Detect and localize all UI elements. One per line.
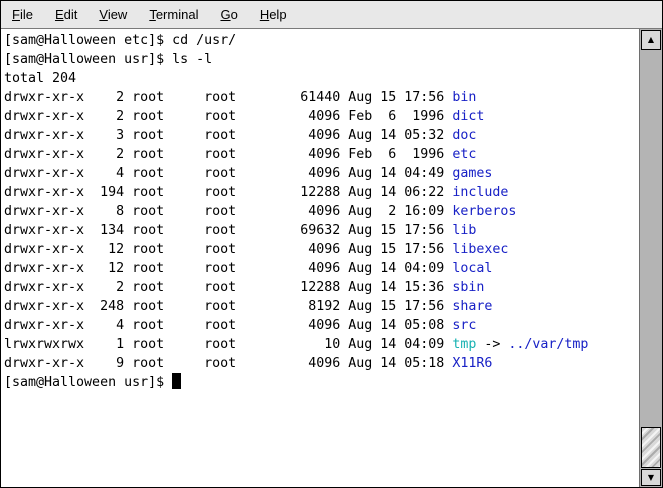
directory-name: ../var/tmp <box>508 337 588 352</box>
terminal-text: drwxr-xr-x 2 root root 4096 Feb 6 1996 <box>4 109 452 124</box>
terminal-text: drwxr-xr-x 12 root root 4096 Aug 15 17:5… <box>4 242 452 257</box>
terminal-text: drwxr-xr-x 134 root root 69632 Aug 15 17… <box>4 223 452 238</box>
directory-name: sbin <box>452 280 484 295</box>
directory-name: lib <box>452 223 476 238</box>
terminal-line: drwxr-xr-x 2 root root 4096 Feb 6 1996 d… <box>4 107 639 126</box>
terminal-line: drwxr-xr-x 4 root root 4096 Aug 14 05:08… <box>4 316 639 335</box>
terminal-text: drwxr-xr-x 2 root root 61440 Aug 15 17:5… <box>4 90 452 105</box>
terminal-line: drwxr-xr-x 194 root root 12288 Aug 14 06… <box>4 183 639 202</box>
scroll-up-button[interactable]: ▲ <box>641 30 661 50</box>
menu-bar: File Edit View Terminal Go Help <box>1 1 662 29</box>
terminal-screen[interactable]: [sam@Halloween etc]$ cd /usr/ [sam@Hallow… <box>1 29 639 487</box>
terminal-line: drwxr-xr-x 4 root root 4096 Aug 14 04:49… <box>4 164 639 183</box>
terminal-line: [sam@Halloween etc]$ cd /usr/ <box>4 31 639 50</box>
terminal-text: drwxr-xr-x 2 root root 12288 Aug 14 15:3… <box>4 280 452 295</box>
terminal-line: drwxr-xr-x 2 root root 61440 Aug 15 17:5… <box>4 88 639 107</box>
terminal-line: total 204 <box>4 69 639 88</box>
scrollbar-thumb[interactable] <box>641 427 661 468</box>
symlink-name: tmp <box>452 337 476 352</box>
directory-name: X11R6 <box>452 356 492 371</box>
terminal-line: lrwxrwxrwx 1 root root 10 Aug 14 04:09 t… <box>4 335 639 354</box>
directory-name: games <box>452 166 492 181</box>
terminal-text: drwxr-xr-x 3 root root 4096 Aug 14 05:32 <box>4 128 452 143</box>
vertical-scrollbar[interactable]: ▲ ▼ <box>639 29 662 487</box>
terminal-line: drwxr-xr-x 2 root root 4096 Feb 6 1996 e… <box>4 145 639 164</box>
directory-name: doc <box>452 128 476 143</box>
terminal-line: drwxr-xr-x 248 root root 8192 Aug 15 17:… <box>4 297 639 316</box>
directory-name: dict <box>452 109 484 124</box>
directory-name: bin <box>452 90 476 105</box>
terminal-line: drwxr-xr-x 9 root root 4096 Aug 14 05:18… <box>4 354 639 373</box>
terminal-text: [sam@Halloween etc]$ cd /usr/ <box>4 33 236 48</box>
terminal-text: drwxr-xr-x 194 root root 12288 Aug 14 06… <box>4 185 452 200</box>
scroll-down-button[interactable]: ▼ <box>641 469 661 486</box>
terminal-line: drwxr-xr-x 134 root root 69632 Aug 15 17… <box>4 221 639 240</box>
menu-item-help[interactable]: Help <box>252 3 295 26</box>
menu-item-file[interactable]: File <box>4 3 41 26</box>
directory-name: kerberos <box>452 204 516 219</box>
terminal-text: drwxr-xr-x 2 root root 4096 Feb 6 1996 <box>4 147 452 162</box>
terminal-text: total 204 <box>4 71 76 86</box>
scroll-down-icon: ▼ <box>648 474 654 482</box>
menu-item-go[interactable]: Go <box>212 3 245 26</box>
directory-name: include <box>452 185 508 200</box>
terminal-line: [sam@Halloween usr]$ ls -l <box>4 50 639 69</box>
menu-item-edit[interactable]: Edit <box>47 3 85 26</box>
terminal-text: drwxr-xr-x 248 root root 8192 Aug 15 17:… <box>4 299 452 314</box>
directory-name: share <box>452 299 492 314</box>
terminal-line: drwxr-xr-x 8 root root 4096 Aug 2 16:09 … <box>4 202 639 221</box>
terminal-text: [sam@Halloween usr]$ ls -l <box>4 52 212 67</box>
terminal-line: drwxr-xr-x 12 root root 4096 Aug 14 04:0… <box>4 259 639 278</box>
terminal-text: drwxr-xr-x 8 root root 4096 Aug 2 16:09 <box>4 204 452 219</box>
terminal-text: drwxr-xr-x 9 root root 4096 Aug 14 05:18 <box>4 356 452 371</box>
terminal-line: drwxr-xr-x 12 root root 4096 Aug 15 17:5… <box>4 240 639 259</box>
terminal-text: drwxr-xr-x 4 root root 4096 Aug 14 04:49 <box>4 166 452 181</box>
terminal-text: drwxr-xr-x 4 root root 4096 Aug 14 05:08 <box>4 318 452 333</box>
block-cursor <box>172 373 181 389</box>
terminal-line: drwxr-xr-x 2 root root 12288 Aug 14 15:3… <box>4 278 639 297</box>
terminal-line: drwxr-xr-x 3 root root 4096 Aug 14 05:32… <box>4 126 639 145</box>
terminal-text: [sam@Halloween usr]$ <box>4 375 172 390</box>
terminal-window: File Edit View Terminal Go Help [sam@Hallowee… <box>0 0 663 488</box>
directory-name: src <box>452 318 476 333</box>
menu-item-view[interactable]: View <box>91 3 135 26</box>
directory-name: libexec <box>452 242 508 257</box>
terminal-line: [sam@Halloween usr]$ <box>4 373 639 392</box>
menu-item-terminal[interactable]: Terminal <box>141 3 206 26</box>
directory-name: local <box>452 261 492 276</box>
terminal-text: drwxr-xr-x 12 root root 4096 Aug 14 04:0… <box>4 261 452 276</box>
terminal-text: -> <box>476 337 508 352</box>
scroll-up-icon: ▲ <box>648 36 654 44</box>
terminal-text: lrwxrwxrwx 1 root root 10 Aug 14 04:09 <box>4 337 452 352</box>
directory-name: etc <box>452 147 476 162</box>
